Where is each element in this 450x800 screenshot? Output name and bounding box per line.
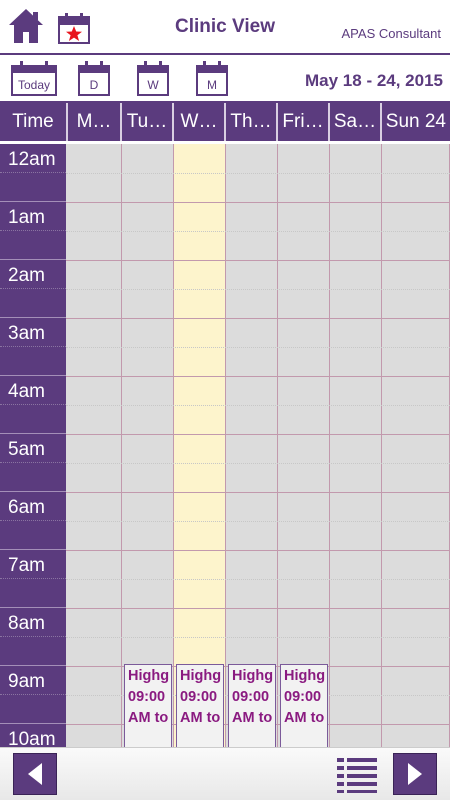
- list-view-button[interactable]: [336, 756, 378, 794]
- time-column: 12am 1am 2am 3am 4am 5am 6am 7am 8am 9am 10am: [0, 144, 66, 747]
- calendar-today-icon: Today: [11, 61, 57, 96]
- arrow-left-icon: [28, 763, 42, 785]
- today-label: Today: [18, 78, 50, 92]
- calendar-month-icon: M: [196, 61, 228, 96]
- day-view-label: D: [90, 78, 99, 92]
- date-range: May 18 - 24, 2015: [305, 71, 443, 90]
- half-hour-gridline: [66, 231, 450, 232]
- day-header-fri[interactable]: Fri…: [278, 103, 330, 141]
- consultant-name: APAS Consultant: [341, 26, 441, 41]
- hour-label: 4am: [0, 376, 66, 434]
- hour-gridline: [66, 608, 450, 609]
- hour-label: 9am: [0, 666, 66, 724]
- hour-label: 12am: [0, 144, 66, 202]
- week-view-button[interactable]: W: [136, 59, 170, 102]
- hour-label: 5am: [0, 434, 66, 492]
- half-hour-gridline: [66, 173, 450, 174]
- day-header-mon[interactable]: M…: [68, 103, 122, 141]
- half-hour-gridline: [66, 289, 450, 290]
- day-column[interactable]: [278, 144, 330, 747]
- hour-text: 3am: [8, 323, 45, 344]
- half-hour-divider: [0, 578, 66, 579]
- bottom-bar: [0, 747, 450, 800]
- hour-label: 8am: [0, 608, 66, 666]
- hour-label: 10am: [0, 724, 66, 747]
- top-bar: Clinic View APAS Consultant: [0, 0, 450, 53]
- hour-text: 2am: [8, 265, 45, 286]
- hour-text: 9am: [8, 671, 45, 692]
- half-hour-divider: [0, 520, 66, 521]
- hour-label: 7am: [0, 550, 66, 608]
- day-column[interactable]: [382, 144, 450, 747]
- half-hour-gridline: [66, 405, 450, 406]
- hour-label: 3am: [0, 318, 66, 376]
- today-button[interactable]: Today: [10, 59, 58, 102]
- half-hour-divider: [0, 230, 66, 231]
- day-column[interactable]: [122, 144, 174, 747]
- hour-label: 6am: [0, 492, 66, 550]
- half-hour-gridline: [66, 579, 450, 580]
- week-view-label: W: [147, 78, 159, 92]
- view-toolbar: Today D W M May 18 - 24, 2015: [0, 53, 450, 103]
- hour-label: 2am: [0, 260, 66, 318]
- time-column-header: Time: [0, 103, 68, 141]
- hour-gridline: [66, 202, 450, 203]
- hour-gridline: [66, 434, 450, 435]
- appointment-block[interactable]: Highg 09:00 AM to: [280, 664, 328, 747]
- hour-text: 12am: [8, 149, 56, 170]
- half-hour-gridline: [66, 463, 450, 464]
- appointment-block[interactable]: Highg 09:00 AM to: [124, 664, 172, 747]
- hour-label: 1am: [0, 202, 66, 260]
- hour-text: 7am: [8, 555, 45, 576]
- hour-text: 8am: [8, 613, 45, 634]
- month-view-button[interactable]: M: [195, 59, 229, 102]
- hour-gridline: [66, 260, 450, 261]
- half-hour-divider: [0, 694, 66, 695]
- day-header-sat[interactable]: Sa…: [330, 103, 382, 141]
- day-column[interactable]: [226, 144, 278, 747]
- half-hour-divider: [0, 346, 66, 347]
- calendar-day-icon: D: [78, 61, 110, 96]
- half-hour-divider: [0, 636, 66, 637]
- next-week-button[interactable]: [394, 754, 436, 794]
- half-hour-divider: [0, 404, 66, 405]
- day-view-button[interactable]: D: [77, 59, 111, 102]
- hour-text: 10am: [8, 729, 56, 747]
- month-view-label: M: [207, 78, 217, 92]
- day-column[interactable]: [66, 144, 122, 747]
- list-icon: [337, 758, 377, 793]
- calendar-week-icon: W: [137, 61, 169, 96]
- half-hour-gridline: [66, 347, 450, 348]
- hour-gridline: [66, 492, 450, 493]
- app-root: Clinic View APAS Consultant Today D W M …: [0, 0, 450, 800]
- hour-text: 6am: [8, 497, 45, 518]
- half-hour-gridline: [66, 521, 450, 522]
- hour-gridline: [66, 550, 450, 551]
- column-header-row: Time M… Tu… W… Th… Fri… Sa… Sun 24: [0, 103, 450, 141]
- previous-week-button[interactable]: [14, 754, 56, 794]
- week-calendar-grid[interactable]: 12am 1am 2am 3am 4am 5am 6am 7am 8am 9am 10am High…: [0, 144, 450, 747]
- appointment-block[interactable]: Highg 09:00 AM to: [176, 664, 224, 747]
- hour-gridline: [66, 318, 450, 319]
- arrow-right-icon: [408, 763, 422, 785]
- day-header-tue[interactable]: Tu…: [122, 103, 174, 141]
- half-hour-divider: [0, 172, 66, 173]
- half-hour-divider: [0, 462, 66, 463]
- day-header-thu[interactable]: Th…: [226, 103, 278, 141]
- half-hour-gridline: [66, 637, 450, 638]
- hour-gridline: [66, 376, 450, 377]
- day-column[interactable]: [330, 144, 382, 747]
- hour-text: 5am: [8, 439, 45, 460]
- day-header-sun[interactable]: Sun 24: [382, 103, 450, 141]
- day-header-wed[interactable]: W…: [174, 103, 226, 141]
- day-column[interactable]: [174, 144, 226, 747]
- hour-text: 4am: [8, 381, 45, 402]
- appointment-block[interactable]: Highg 09:00 AM to: [228, 664, 276, 747]
- hour-text: 1am: [8, 207, 45, 228]
- half-hour-divider: [0, 288, 66, 289]
